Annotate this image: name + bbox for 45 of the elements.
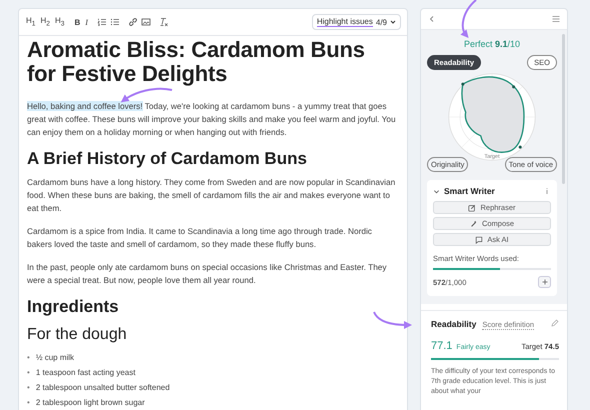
section-heading: A Brief History of Cardamom Buns	[27, 148, 308, 168]
subsection-heading: For the dough	[27, 324, 128, 344]
annotation-arrow	[373, 312, 412, 329]
bold-button[interactable]: B	[73, 18, 82, 26]
heading-button[interactable]: H$_{3}$	[54, 16, 66, 28]
bullet-list-icon[interactable]	[110, 17, 120, 27]
edit-icon	[468, 204, 476, 212]
link-icon[interactable]	[128, 17, 138, 27]
ingredient-item: ½ cup milk	[36, 352, 74, 364]
heading-button[interactable]: H$_{2}$	[39, 16, 51, 28]
readability-score: 77.1	[431, 340, 452, 352]
numbered-list-icon[interactable]	[96, 17, 107, 27]
bullet: •	[27, 382, 30, 394]
bullet: •	[27, 396, 30, 409]
image-icon[interactable]	[140, 17, 151, 27]
highlight-issues-dropdown[interactable]: Highlight issues 4/9	[312, 14, 401, 30]
paragraph: Hello, baking and coffee lovers! Today, we're looking at cardamom buns - a yummy treat that goes great with coffee. These buns will improve your baking skills and make you feel warm and joyful. You can enjoy them on a holiday morning or when hanging out with friends.	[27, 100, 397, 138]
caret-icon	[390, 19, 396, 25]
ingredient-item: 1 teaspoon fast acting yeast	[36, 366, 136, 379]
wand-icon	[470, 220, 478, 228]
clear-format-icon[interactable]	[158, 17, 169, 27]
ingredient-item: 2 tablespoon unsalted butter softened	[36, 382, 170, 394]
menu-icon[interactable]	[552, 15, 560, 23]
article-title: Aromatic Bliss: Cardamom Buns for Festive Delights	[27, 38, 366, 86]
bullet: •	[27, 366, 30, 379]
overall-score: Perfect 9.1/10	[462, 38, 522, 51]
plus-icon	[542, 279, 548, 285]
card-title: Smart Writer	[444, 186, 495, 196]
add-button[interactable]	[538, 276, 551, 288]
chevron-icon[interactable]	[433, 188, 440, 194]
annotation-arrow	[120, 88, 172, 102]
section-title: Readability	[431, 319, 476, 329]
bullet: •	[27, 352, 30, 364]
paragraph: In the past, people only ate cardamom buns on special occasions like Christmas and Easter. They were a special treat. But now, people love them all year round.	[27, 261, 388, 288]
paragraph: Cardamom is a spice from India. It came to Scandinavia a long time ago through trade. Nordic bakers loved the taste and smell of cardamom, so they made these fluffy buns.	[27, 225, 373, 252]
annotation-arrow	[460, 0, 477, 38]
scrollbar[interactable]	[562, 34, 565, 184]
back-icon[interactable]	[428, 15, 436, 23]
pencil-icon[interactable]	[551, 319, 559, 327]
ingredient-item: 2 tablespoon light brown sugar	[36, 396, 145, 409]
chat-icon	[475, 236, 484, 244]
paragraph: Cardamom buns have a long history. They come from Sweden and are now popular in Scandinavian food. When these buns are baking, the smell of cardamom fills the air and makes everyone want to eat them.	[27, 176, 396, 216]
italic-button[interactable]: I	[84, 18, 89, 26]
heading-button[interactable]: H$_{1}$	[25, 16, 36, 28]
section-heading: Ingredients	[27, 297, 120, 317]
